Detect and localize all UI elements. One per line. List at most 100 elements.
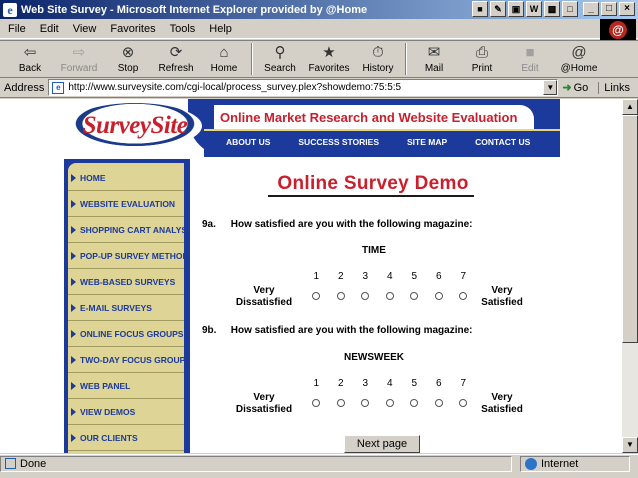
triangle-bullet-icon — [71, 381, 76, 390]
rating-radio-1[interactable] — [304, 399, 329, 407]
address-input[interactable]: e http://www.surveysite.com/cgi-local/pr… — [48, 79, 559, 96]
rating-radio-5[interactable] — [402, 292, 427, 300]
scroll-up-icon[interactable]: ▲ — [622, 99, 638, 115]
history-button[interactable]: ⏱ History — [354, 41, 402, 77]
go-arrow-icon: ➜ — [562, 82, 572, 94]
maximize-button[interactable]: □ — [601, 2, 617, 16]
standard-toolbar: ⇦ Back ⇨ Forward ⊗ Stop ⟳ Refresh ⌂ Home… — [0, 40, 638, 78]
stop-button[interactable]: ⊗ Stop — [104, 41, 152, 77]
internet-globe-icon — [525, 457, 537, 470]
side-item-view-demos[interactable]: VIEW DEMOS — [68, 399, 184, 425]
scale-numbers: 1 2 3 4 5 6 7 — [313, 271, 467, 282]
rating-radio-2[interactable] — [329, 399, 354, 407]
next-page-button[interactable]: Next page — [344, 435, 420, 453]
close-button[interactable]: × — [619, 2, 635, 16]
scroll-thumb[interactable] — [622, 115, 638, 343]
minimize-button[interactable]: _ — [583, 2, 599, 16]
home-button[interactable]: ⌂ Home — [200, 41, 248, 77]
rating-radio-6[interactable] — [427, 292, 452, 300]
tray-icon[interactable]: ■ — [472, 1, 488, 17]
surveysite-logo[interactable]: SurveySite — [68, 103, 202, 149]
side-item-web-based-surveys[interactable]: WEB-BASED SURVEYS — [68, 269, 184, 295]
rating-radio-5[interactable] — [402, 399, 427, 407]
question-9a: 9a. How satisfied are you with the follo… — [202, 219, 472, 230]
edit-button[interactable]: ■ Edit — [506, 41, 554, 77]
menu-favorites[interactable]: Favorites — [110, 23, 155, 35]
magazine-name: NEWSWEEK — [344, 352, 404, 363]
links-button[interactable]: Links — [598, 81, 630, 94]
surveysite-page: SurveySite Online Market Research and We… — [64, 99, 560, 453]
menu-view[interactable]: View — [73, 23, 97, 35]
page-title: Online Survey Demo — [277, 173, 469, 194]
tray-icon[interactable]: ▣ — [508, 1, 524, 17]
edit-icon: ■ — [525, 43, 535, 61]
nav-about-us[interactable]: ABOUT US — [226, 137, 270, 147]
back-arrow-icon: ⇦ — [23, 44, 37, 61]
tray-icon[interactable]: ✎ — [490, 1, 506, 17]
go-button[interactable]: ➜ Go — [562, 81, 588, 95]
menu-help[interactable]: Help — [209, 23, 232, 35]
rating-radio-6[interactable] — [427, 399, 452, 407]
throbber: @ — [600, 19, 636, 40]
menu-edit[interactable]: Edit — [40, 23, 59, 35]
tray-icon[interactable]: ▩ — [544, 1, 560, 17]
side-item-online-focus-groups[interactable]: ONLINE FOCUS GROUPS — [68, 321, 184, 347]
triangle-bullet-icon — [71, 407, 76, 416]
site-banner: SurveySite Online Market Research and We… — [64, 99, 560, 159]
favorites-button[interactable]: ★ Favorites — [304, 41, 354, 77]
zone-label: Internet — [541, 457, 579, 470]
rating-radio-2[interactable] — [329, 292, 354, 300]
nav-success-stories[interactable]: SUCCESS STORIES — [298, 137, 379, 147]
side-item-pop-up-survey-method[interactable]: POP-UP SURVEY METHOD — [68, 243, 189, 269]
rating-radio-4[interactable] — [378, 399, 403, 407]
back-button[interactable]: ⇦ Back — [6, 41, 54, 77]
left-anchor: Very Dissatisfied — [235, 392, 293, 415]
scale-numbers: 1 2 3 4 5 6 7 — [313, 378, 467, 389]
print-button[interactable]: ⎙ Print — [458, 41, 506, 77]
forward-arrow-icon: ⇨ — [72, 44, 86, 61]
triangle-bullet-icon — [71, 355, 76, 364]
page-viewport: SurveySite Online Market Research and We… — [0, 99, 622, 453]
search-icon: ⚲ — [274, 44, 286, 61]
at-home-button[interactable]: @ @Home — [554, 41, 604, 77]
side-item-website-evaluation[interactable]: WEBSITE EVALUATION — [68, 191, 184, 217]
scroll-down-icon[interactable]: ▼ — [622, 437, 638, 453]
side-item-e-mail-surveys[interactable]: E-MAIL SURVEYS — [68, 295, 184, 321]
side-item-two-day-focus-group[interactable]: TWO-DAY FOCUS GROUP — [68, 347, 185, 373]
magazine-name: TIME — [362, 245, 386, 256]
question-number: 9b. — [202, 325, 217, 336]
tray-icon[interactable]: □ — [562, 1, 578, 17]
vertical-scrollbar[interactable]: ▲ ▼ — [622, 99, 638, 453]
address-dropdown-icon[interactable]: ▼ — [543, 80, 558, 95]
menu-tools[interactable]: Tools — [170, 23, 196, 35]
rating-radio-3[interactable] — [353, 292, 378, 300]
question-9b: 9b. How satisfied are you with the follo… — [202, 325, 472, 336]
refresh-button[interactable]: ⟳ Refresh — [152, 41, 200, 77]
question-text: How satisfied are you with the following… — [230, 325, 473, 336]
triangle-bullet-icon — [71, 199, 76, 208]
side-item-our-clients[interactable]: OUR CLIENTS — [68, 425, 184, 451]
site-slogan: Online Market Research and Website Evalu… — [220, 109, 518, 125]
search-button[interactable]: ⚲ Search — [256, 41, 304, 77]
printer-icon: ⎙ — [475, 43, 488, 61]
side-item-web-panel[interactable]: WEB PANEL — [68, 373, 184, 399]
address-url: http://www.surveysite.com/cgi-local/proc… — [68, 82, 402, 93]
ie-logo-icon: e — [3, 2, 17, 17]
word-icon[interactable]: W — [526, 1, 542, 17]
side-item-shopping-cart-analysis[interactable]: SHOPPING CART ANALYSIS — [68, 217, 195, 243]
menu-file[interactable]: File — [8, 23, 26, 35]
status-bar: Done Internet — [0, 454, 638, 472]
nav-site-map[interactable]: SITE MAP — [407, 137, 447, 147]
nav-contact-us[interactable]: CONTACT US — [475, 137, 530, 147]
rating-radio-7[interactable] — [451, 292, 476, 300]
rating-radio-3[interactable] — [353, 399, 378, 407]
rating-radio-7[interactable] — [451, 399, 476, 407]
rating-radio-4[interactable] — [378, 292, 403, 300]
window-controls: _ □ × — [583, 2, 635, 16]
mail-icon: ✉ — [427, 44, 441, 61]
side-item-home[interactable]: HOME — [68, 165, 184, 191]
mail-button[interactable]: ✉ Mail — [410, 41, 458, 77]
question-number: 9a. — [202, 219, 216, 230]
forward-button[interactable]: ⇨ Forward — [54, 41, 104, 77]
rating-radio-1[interactable] — [304, 292, 329, 300]
